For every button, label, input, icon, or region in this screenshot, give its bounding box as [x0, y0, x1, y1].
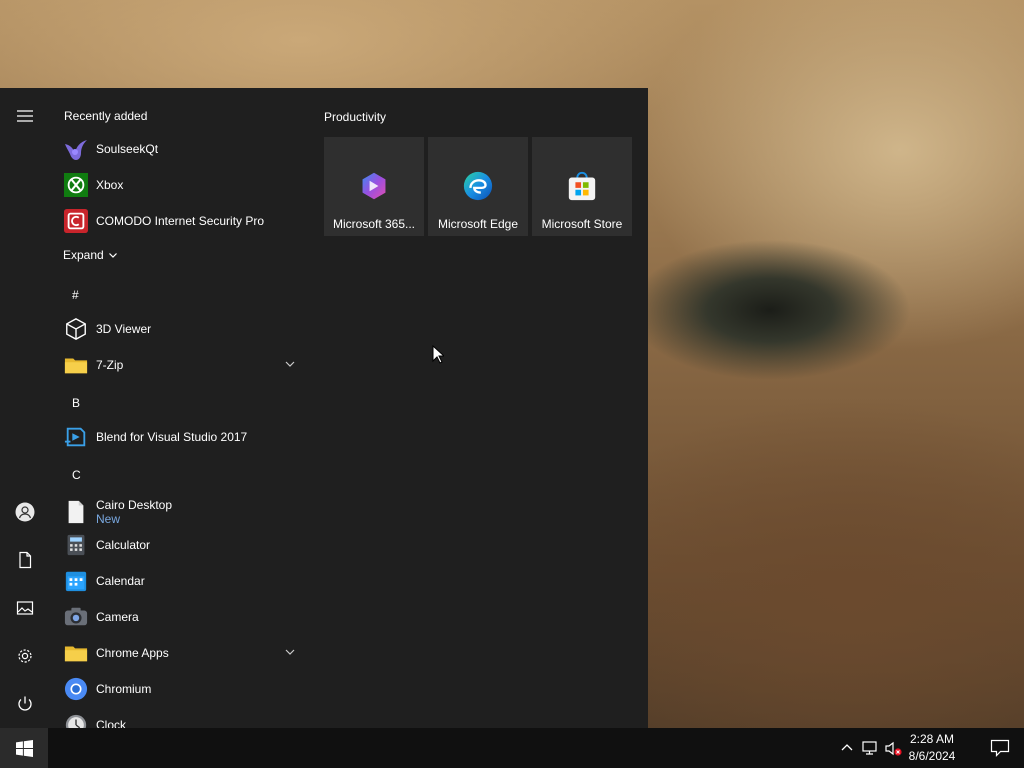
chromium-icon: [63, 676, 89, 702]
app-label: Cairo Desktop: [96, 498, 173, 512]
store-icon: [565, 169, 599, 203]
app-item-7-zip[interactable]: 7-Zip: [50, 347, 306, 383]
section-letter-hash[interactable]: #: [72, 288, 79, 302]
app-label: Blend for Visual Studio 2017: [96, 430, 248, 444]
microsoft-365-icon: [357, 169, 391, 203]
app-item-blend[interactable]: Blend for Visual Studio 2017: [50, 419, 306, 455]
app-item-calendar[interactable]: Calendar: [50, 563, 306, 599]
app-label: Xbox: [96, 178, 124, 192]
hamburger-icon: [17, 110, 33, 122]
app-label: 7-Zip: [96, 358, 124, 372]
calculator-icon: [63, 532, 89, 558]
app-item-clock[interactable]: Clock: [50, 707, 306, 728]
soulseek-bird-icon: [63, 136, 89, 162]
tile-label: Microsoft 365...: [332, 217, 416, 231]
xbox-icon: [63, 172, 89, 198]
app-label: Chrome Apps: [96, 646, 169, 660]
comodo-icon: [63, 208, 89, 234]
clock-time: 2:28 AM: [909, 732, 955, 746]
notification-center-icon[interactable]: [990, 739, 1010, 757]
app-label: Clock: [96, 718, 127, 728]
edge-icon: [461, 169, 495, 203]
chevron-down-icon[interactable]: [284, 358, 296, 370]
recently-added-title: Recently added: [64, 109, 148, 123]
section-letter-b[interactable]: B: [72, 396, 80, 410]
app-item-chrome-apps[interactable]: Chrome Apps: [50, 635, 306, 671]
camera-icon: [63, 604, 89, 630]
clock-icon: [63, 712, 89, 728]
app-item-camera[interactable]: Camera: [50, 599, 306, 635]
chevron-down-icon: [108, 253, 117, 258]
expand-button[interactable]: Expand: [63, 248, 118, 262]
mouse-cursor-icon: [432, 345, 444, 364]
documents-button[interactable]: [0, 540, 50, 580]
expand-label: Expand: [63, 248, 104, 262]
user-avatar-icon: [15, 502, 35, 522]
app-item-comodo[interactable]: COMODO Internet Security Pro: [50, 203, 306, 239]
app-item-calculator[interactable]: Calculator: [50, 527, 306, 563]
blend-icon: [63, 424, 89, 450]
app-item-chromium[interactable]: Chromium: [50, 671, 306, 707]
app-label-group: Cairo Desktop New: [96, 498, 172, 526]
app-label: Camera: [96, 610, 139, 624]
app-item-soulseekqt[interactable]: SoulseekQt: [50, 131, 306, 167]
app-label: Calculator: [96, 538, 151, 552]
clock[interactable]: 2:28 AM 8/6/2024: [902, 731, 962, 765]
chevron-down-icon[interactable]: [284, 646, 296, 658]
taskbar: 2:28 AM 8/6/2024: [0, 728, 1024, 768]
gear-icon: [18, 649, 32, 663]
tile-microsoft-store[interactable]: Microsoft Store: [532, 137, 632, 236]
start-menu: Recently added SoulseekQt Xbox COMODO In…: [0, 88, 648, 728]
app-item-xbox[interactable]: Xbox: [50, 167, 306, 203]
clock-date: 8/6/2024: [908, 749, 956, 763]
tile-group-title[interactable]: Productivity: [324, 110, 386, 124]
power-icon: [18, 696, 32, 711]
calendar-icon: [63, 568, 89, 594]
app-label: 3D Viewer: [96, 322, 152, 336]
tile-microsoft-edge[interactable]: Microsoft Edge: [428, 137, 528, 236]
cube-icon: [63, 316, 89, 342]
tile-microsoft-365[interactable]: Microsoft 365...: [324, 137, 424, 236]
app-label: Chromium: [96, 682, 152, 696]
new-badge: New: [96, 512, 121, 526]
pictures-button[interactable]: [0, 588, 50, 628]
windows-logo-icon: [15, 739, 33, 757]
app-label: SoulseekQt: [96, 142, 159, 156]
show-hidden-icons-chevron-up-icon[interactable]: [838, 739, 856, 757]
power-button[interactable]: [0, 684, 50, 724]
tiles-area: Productivity Microsoft 365... Microsoft …: [312, 88, 648, 728]
app-list: Recently added SoulseekQt Xbox COMODO In…: [50, 88, 312, 728]
hamburger-menu-button[interactable]: [0, 96, 50, 136]
app-item-3d-viewer[interactable]: 3D Viewer: [50, 311, 306, 347]
volume-muted-icon[interactable]: [884, 739, 902, 757]
folder-icon: [63, 352, 89, 378]
network-icon[interactable]: [861, 739, 879, 757]
folder-icon: [63, 640, 89, 666]
app-label: Calendar: [96, 574, 145, 588]
tile-label: Microsoft Edge: [437, 217, 519, 231]
tile-label: Microsoft Store: [541, 217, 623, 231]
start-button[interactable]: [0, 728, 48, 768]
pictures-icon: [16, 601, 34, 615]
user-account-button[interactable]: [0, 492, 50, 532]
document-icon: [63, 499, 89, 525]
settings-button[interactable]: [0, 636, 50, 676]
app-label: COMODO Internet Security Pro: [96, 214, 265, 228]
start-rail: [0, 88, 50, 728]
section-letter-c[interactable]: C: [72, 468, 81, 482]
document-icon: [19, 551, 32, 569]
